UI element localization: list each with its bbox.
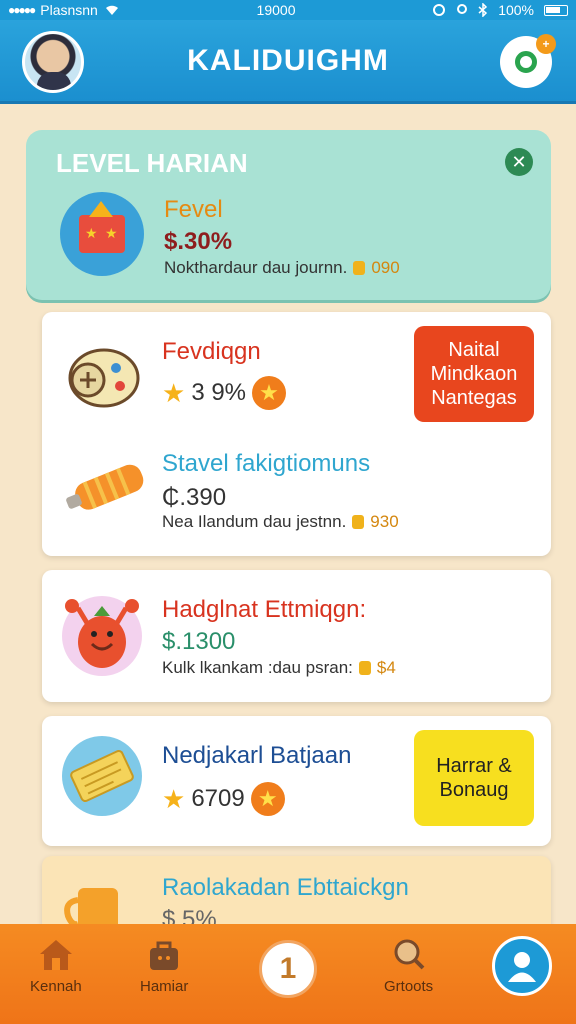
gift-box-icon: ★ ★	[60, 192, 144, 276]
nav-settings[interactable]: Grtoots	[384, 938, 433, 995]
bottom-nav: Kennah Hamiar 1 Grtoots	[0, 924, 576, 1024]
nav-shop[interactable]: Hamiar	[140, 938, 188, 995]
status-bar: ●●●●● Plasnsnn 19000 100%	[0, 0, 576, 20]
status-right: 100%	[432, 2, 568, 18]
notification-badge: +	[536, 34, 556, 54]
alarm-icon	[433, 4, 446, 16]
rolled-mat-icon	[64, 452, 150, 527]
battery-icon	[544, 4, 568, 16]
shop-card-1: Fevdiqgn ★ 3 9% ★ Naital Mindkaon Nanteg…	[42, 312, 551, 556]
close-icon[interactable]: ✕	[505, 148, 533, 176]
bluetooth-icon	[478, 3, 488, 17]
card2-item-value: $.1300	[162, 628, 236, 655]
card1-item1-rating-text: 3 9%	[191, 379, 247, 406]
shop-card-2: Hadglnat Ettmiqgn: $.1300 Kulk lkankam :…	[42, 570, 551, 702]
nav-settings-label: Grtoots	[384, 978, 434, 995]
app-header: KALIDUIGHM +	[0, 20, 576, 104]
level-harian-card: LEVEL HARIAN ✕ ★ ★ Fevel $.30% Nokthardau…	[26, 130, 551, 300]
naital-button-label: Naital Mindkaon Nantegas	[430, 339, 518, 409]
ticket-icon	[60, 734, 144, 823]
star-badge-icon: ★	[252, 376, 287, 410]
naital-button[interactable]: Naital Mindkaon Nantegas	[414, 326, 534, 422]
level-item-name: Fevel	[164, 196, 223, 223]
level-item-desc: Nokthardaur dau journn. 090	[164, 258, 400, 278]
card1-item2-value: ₵.390	[162, 484, 227, 511]
card1-item2-desc: Nea Ilandum dau jestnn. 930	[162, 512, 399, 532]
card2-item-desc: Kulk lkankam :dau psran: $4	[162, 658, 396, 678]
user-icon	[508, 952, 536, 982]
card2-item-desc-text: Kulk lkankam :dau psran:	[162, 658, 353, 677]
level-card-title: LEVEL HARIAN	[56, 148, 248, 178]
harrar-bonus-button[interactable]: Harrar & Bonaug	[414, 730, 534, 826]
card3-item-rating-text: 6709	[191, 785, 245, 812]
battery-percent: 100%	[498, 2, 534, 18]
star-icon: ★	[162, 377, 186, 408]
card1-item2-desc-text: Nea Ilandum dau jestnn.	[162, 512, 347, 531]
can-icon	[64, 338, 144, 423]
star-badge-icon: ★	[250, 782, 285, 816]
coin-icon	[358, 661, 371, 675]
app-title: KALIDUIGHM	[187, 43, 389, 77]
level-item-desc-num: 090	[371, 258, 400, 277]
card1-item2-desc-num: 930	[370, 512, 399, 531]
card3-item-rating: ★ 6709 ★	[162, 782, 285, 816]
center-action-button[interactable]: 1	[259, 940, 317, 998]
nav-home-label: Kennah	[30, 978, 82, 995]
ring-icon	[515, 51, 537, 73]
center-action-label: 1	[279, 952, 297, 985]
status-left: ●●●●● Plasnsnn	[8, 2, 120, 18]
card1-item2-name: Stavel fakigtiomuns	[162, 450, 371, 477]
card1-item1-name: Fevdiqgn	[162, 338, 261, 365]
coin-icon	[353, 261, 366, 275]
signal-icon: ●●●●●	[8, 3, 36, 17]
card1-item1-rating: ★ 3 9% ★	[162, 376, 287, 410]
wifi-icon	[105, 5, 118, 15]
coin-icon	[352, 515, 365, 529]
harrar-bonus-button-label: Harrar & Bonaug	[436, 755, 512, 801]
carrier-name: Plasnsnn	[40, 2, 98, 18]
nav-home[interactable]: Kennah	[30, 938, 82, 995]
card3-item-name: Nedjakarl Batjaan	[162, 742, 352, 769]
card4-item-name: Raolakadan Ebttaickgn	[162, 874, 409, 901]
level-item-desc-text: Nokthardaur dau journn.	[164, 258, 348, 277]
shop-card-3: Nedjakarl Batjaan ★ 6709 ★ Harrar & Bona…	[42, 716, 551, 846]
card2-item-desc-num: $4	[376, 658, 396, 677]
profile-button[interactable]	[492, 936, 552, 996]
bag-icon	[150, 941, 179, 970]
star-icon: ★	[162, 783, 186, 814]
nav-shop-label: Hamiar	[140, 978, 189, 995]
card2-item-name: Hadglnat Ettmiqgn:	[162, 596, 367, 623]
search-icon	[394, 939, 425, 970]
home-icon	[39, 940, 72, 970]
location-icon	[457, 4, 468, 14]
user-avatar[interactable]	[22, 31, 84, 93]
tomato-character-icon	[58, 588, 146, 689]
status-time: 19000	[256, 2, 296, 18]
level-item-value: $.30%	[164, 228, 233, 255]
notification-button[interactable]: +	[500, 34, 556, 88]
